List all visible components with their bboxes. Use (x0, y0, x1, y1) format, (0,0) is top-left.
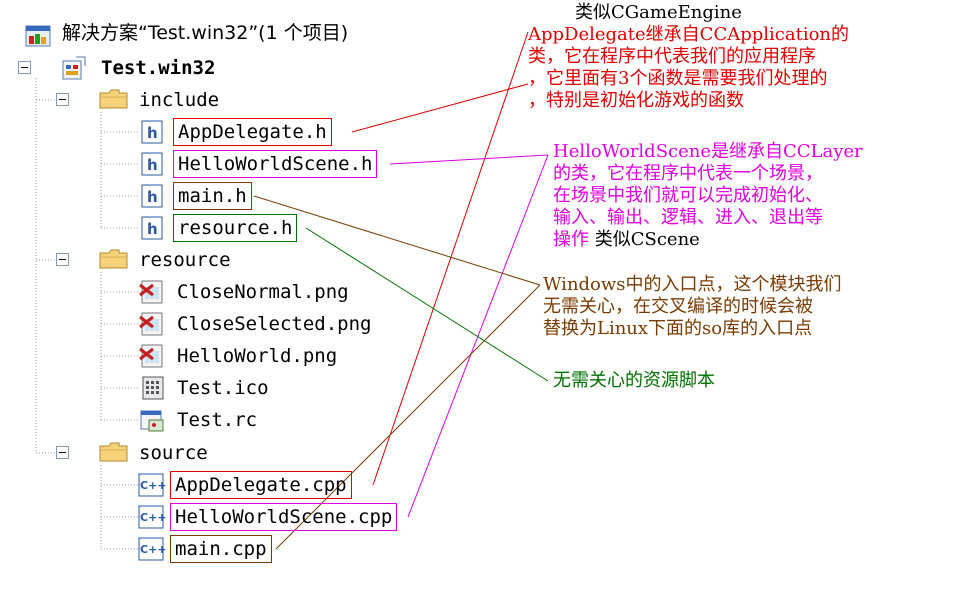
note-helloworld-line: 输入、输出、逻辑、进入、退出等 (553, 207, 823, 228)
svg-text:h: h (147, 124, 158, 142)
connector-appdelegate-cpp (372, 31, 529, 486)
header-file-icon: h (141, 152, 163, 176)
png-file-icon (139, 311, 163, 336)
folder-resource-toggle[interactable] (56, 253, 69, 266)
note-resource-text: 无需关心的资源脚本 (553, 370, 715, 391)
folder-resource-label[interactable]: resource (139, 247, 231, 273)
file-main-h[interactable]: main.h (173, 182, 252, 210)
file-helloworld-png[interactable]: HelloWorld.png (177, 343, 337, 369)
file-test-rc[interactable]: Test.rc (177, 407, 257, 433)
note-resource: 无需关心的资源脚本 (553, 370, 715, 392)
project-name[interactable]: Test.win32 (101, 55, 215, 81)
svg-text:C++: C++ (140, 479, 166, 492)
cpp-file-icon: C++ (138, 537, 167, 561)
file-appdelegate-h[interactable]: AppDelegate.h (173, 118, 332, 146)
connector-helloworld-h (389, 154, 549, 165)
file-appdelegate-cpp[interactable]: AppDelegate.cpp (170, 471, 352, 499)
rc-file-icon (139, 407, 164, 432)
note-appdelegate-line: 类，它在程序中代表我们的应用程序 (528, 46, 816, 67)
note-main-line: 无需关心，在交叉编译的时候会被 (543, 296, 813, 317)
png-file-icon (139, 279, 163, 304)
folder-icon (99, 440, 128, 462)
header-file-icon: h (141, 120, 163, 144)
cpp-file-icon: C++ (138, 505, 167, 529)
note-appdelegate: AppDelegate继承自CCApplication的 类，它在程序中代表我们… (528, 24, 849, 112)
file-closeselected-png[interactable]: CloseSelected.png (177, 311, 371, 337)
note-helloworld-line-last: 操作 类似CScene (553, 229, 863, 251)
note-appdelegate-line: ，它里面有3个函数是需要我们处理的 (528, 68, 828, 89)
header-file-icon: h (141, 216, 163, 240)
note-helloworld-suffix: 类似CScene (594, 229, 700, 250)
note-appdelegate-line: AppDelegate继承自CCApplication的 (528, 24, 850, 45)
svg-text:C++: C++ (140, 511, 166, 524)
folder-include-toggle[interactable] (56, 93, 69, 106)
note-engine-text: 类似CGameEngine (575, 2, 742, 23)
svg-text:h: h (147, 220, 158, 238)
project-collapse-toggle[interactable] (18, 61, 31, 74)
ico-file-icon (141, 375, 164, 400)
note-main: Windows中的入口点，这个模块我们 无需关心，在交叉编译的时候会被 替换为L… (543, 274, 842, 340)
note-appdelegate-line: ，特别是初始化游戏的函数 (528, 90, 744, 111)
file-helloworldscene-cpp[interactable]: HelloWorldScene.cpp (170, 503, 398, 531)
note-main-line: Windows中的入口点，这个模块我们 (543, 274, 842, 295)
png-file-icon (139, 343, 163, 368)
project-icon (60, 56, 86, 80)
file-closenormal-png[interactable]: CloseNormal.png (177, 279, 349, 305)
svg-text:h: h (147, 188, 158, 206)
note-main-line: 替换为Linux下面的so库的入口点 (543, 318, 813, 339)
file-resource-h[interactable]: resource.h (173, 214, 298, 242)
header-file-icon: h (141, 184, 163, 208)
tree-guides (35, 78, 138, 550)
note-helloworld-line: HelloWorldScene是继承自CCLayer (553, 141, 863, 162)
cpp-file-icon: C++ (138, 473, 167, 497)
solution-title[interactable]: 解决方案“Test.win32”(1 个项目) (62, 20, 348, 46)
note-helloworld: HelloWorldScene是继承自CCLayer 的类，它在程序中代表一个场… (553, 141, 863, 251)
svg-text:C++: C++ (140, 543, 166, 556)
folder-source-label[interactable]: source (139, 440, 208, 466)
folder-icon (99, 247, 128, 269)
folder-source-toggle[interactable] (56, 446, 69, 459)
file-test-ico[interactable]: Test.ico (177, 375, 269, 401)
folder-include-label[interactable]: include (139, 87, 219, 113)
connector-helloworld-cpp (407, 154, 549, 518)
note-helloworld-line: 的类，它在程序中代表一个场景， (553, 163, 823, 184)
folder-icon (99, 87, 128, 109)
note-helloworld-line: 操作 (553, 229, 589, 250)
svg-text:h: h (147, 156, 158, 174)
note-helloworld-line: 在场景中我们就可以完成初始化、 (553, 185, 823, 206)
file-main-cpp[interactable]: main.cpp (170, 535, 272, 563)
solution-icon (25, 24, 51, 47)
note-engine: 类似CGameEngine (575, 2, 742, 24)
file-helloworldscene-h[interactable]: HelloWorldScene.h (173, 150, 378, 178)
